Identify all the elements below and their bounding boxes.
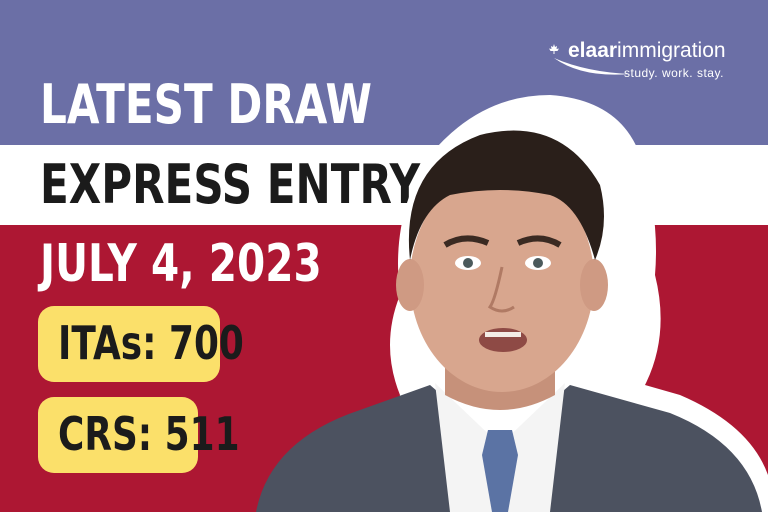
brand-tagline: study. work. stay. bbox=[624, 66, 724, 80]
itas-value: ITAs: 700 bbox=[58, 316, 244, 370]
graphic-canvas: elaarimmigration study. work. stay. LATE… bbox=[0, 0, 768, 512]
crs-value: CRS: 511 bbox=[58, 407, 240, 461]
brand-name-regular: immigration bbox=[617, 39, 726, 62]
brand-name: elaarimmigration bbox=[568, 40, 726, 61]
crs-badge: CRS: 511 bbox=[38, 397, 240, 473]
speaker-portrait-photo bbox=[256, 95, 768, 512]
itas-badge: ITAs: 700 bbox=[38, 306, 244, 382]
elaar-immigration-logo: elaarimmigration study. work. stay. bbox=[548, 40, 744, 86]
brand-name-bold: elaar bbox=[568, 39, 618, 62]
